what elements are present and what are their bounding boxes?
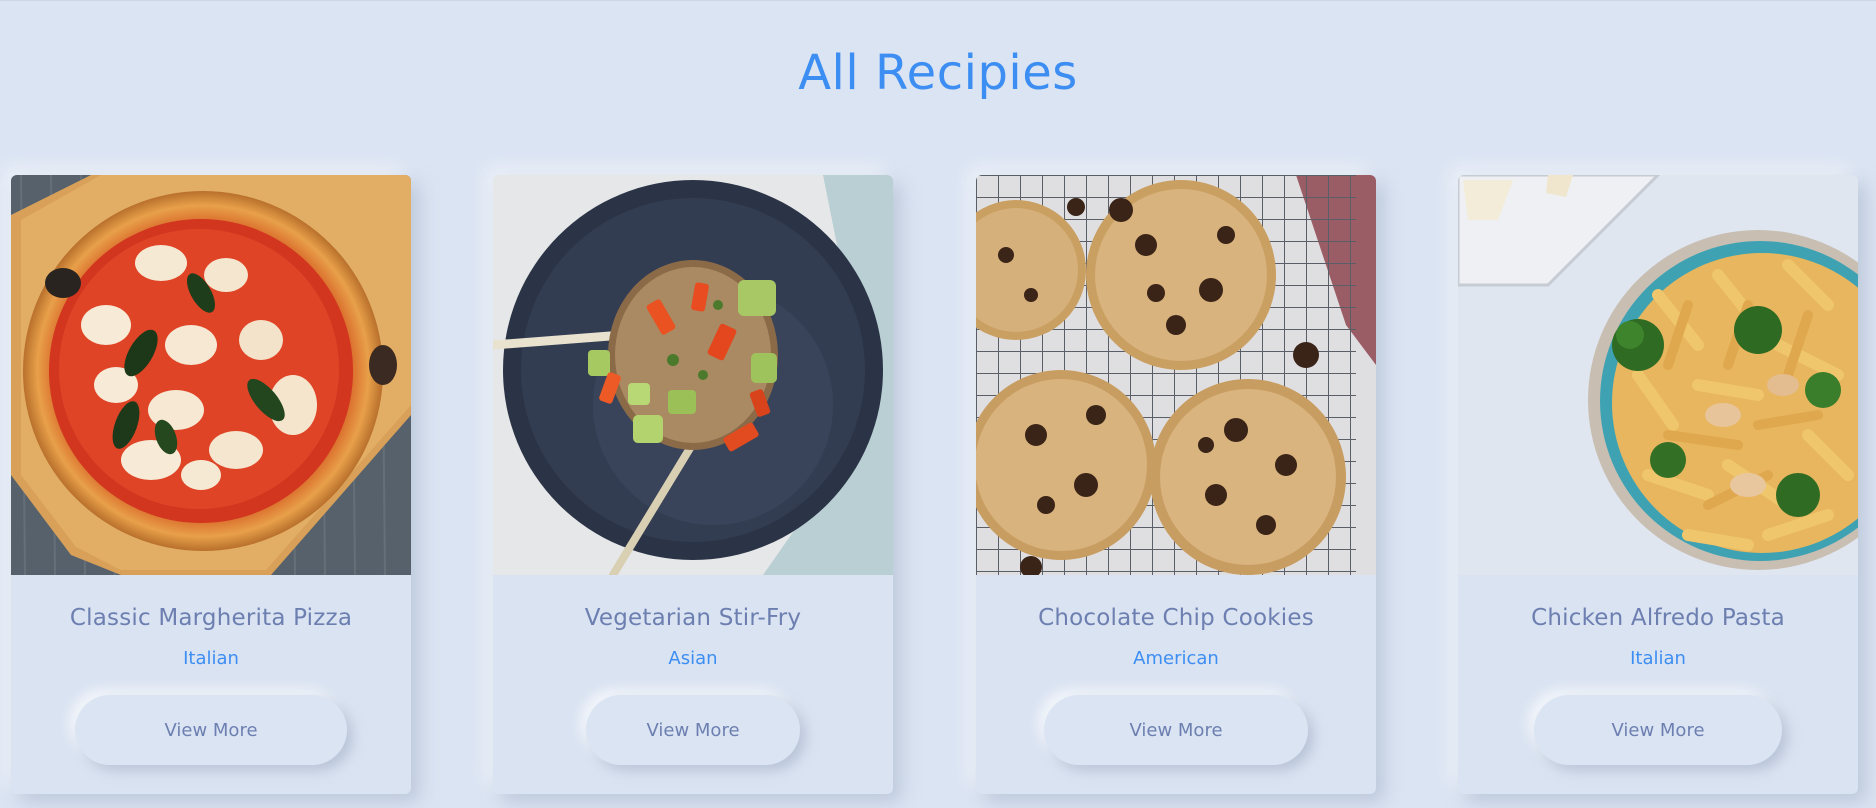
recipe-category: Italian [1630, 648, 1686, 669]
recipe-card-chocolate-chip-cookies: Chocolate Chip Cookies American View Mor… [976, 175, 1376, 794]
recipe-image-stir-fry [493, 175, 893, 575]
recipe-title: Vegetarian Stir-Fry [584, 605, 802, 631]
view-more-button[interactable]: View More [586, 695, 800, 765]
recipe-card-chicken-alfredo-pasta: Chicken Alfredo Pasta Italian View More [1458, 175, 1858, 794]
view-more-button[interactable]: View More [75, 695, 347, 765]
recipe-card-margherita-pizza: Classic Margherita Pizza Italian View Mo… [11, 175, 411, 794]
recipe-category: Italian [183, 648, 239, 669]
recipe-image-pasta [1458, 175, 1858, 575]
recipe-title: Chocolate Chip Cookies [1038, 605, 1314, 631]
view-more-button[interactable]: View More [1044, 695, 1308, 765]
recipe-category: Asian [668, 648, 718, 669]
recipe-title: Classic Margherita Pizza [69, 605, 353, 631]
recipe-image-pizza [11, 175, 411, 575]
page-title: All Recipies [798, 45, 1078, 101]
view-more-button[interactable]: View More [1534, 695, 1782, 765]
recipe-card-vegetarian-stir-fry: Vegetarian Stir-Fry Asian View More [493, 175, 893, 794]
recipe-image-cookies [976, 175, 1376, 575]
recipe-title: Chicken Alfredo Pasta [1531, 605, 1785, 631]
recipe-category: American [1133, 648, 1219, 669]
